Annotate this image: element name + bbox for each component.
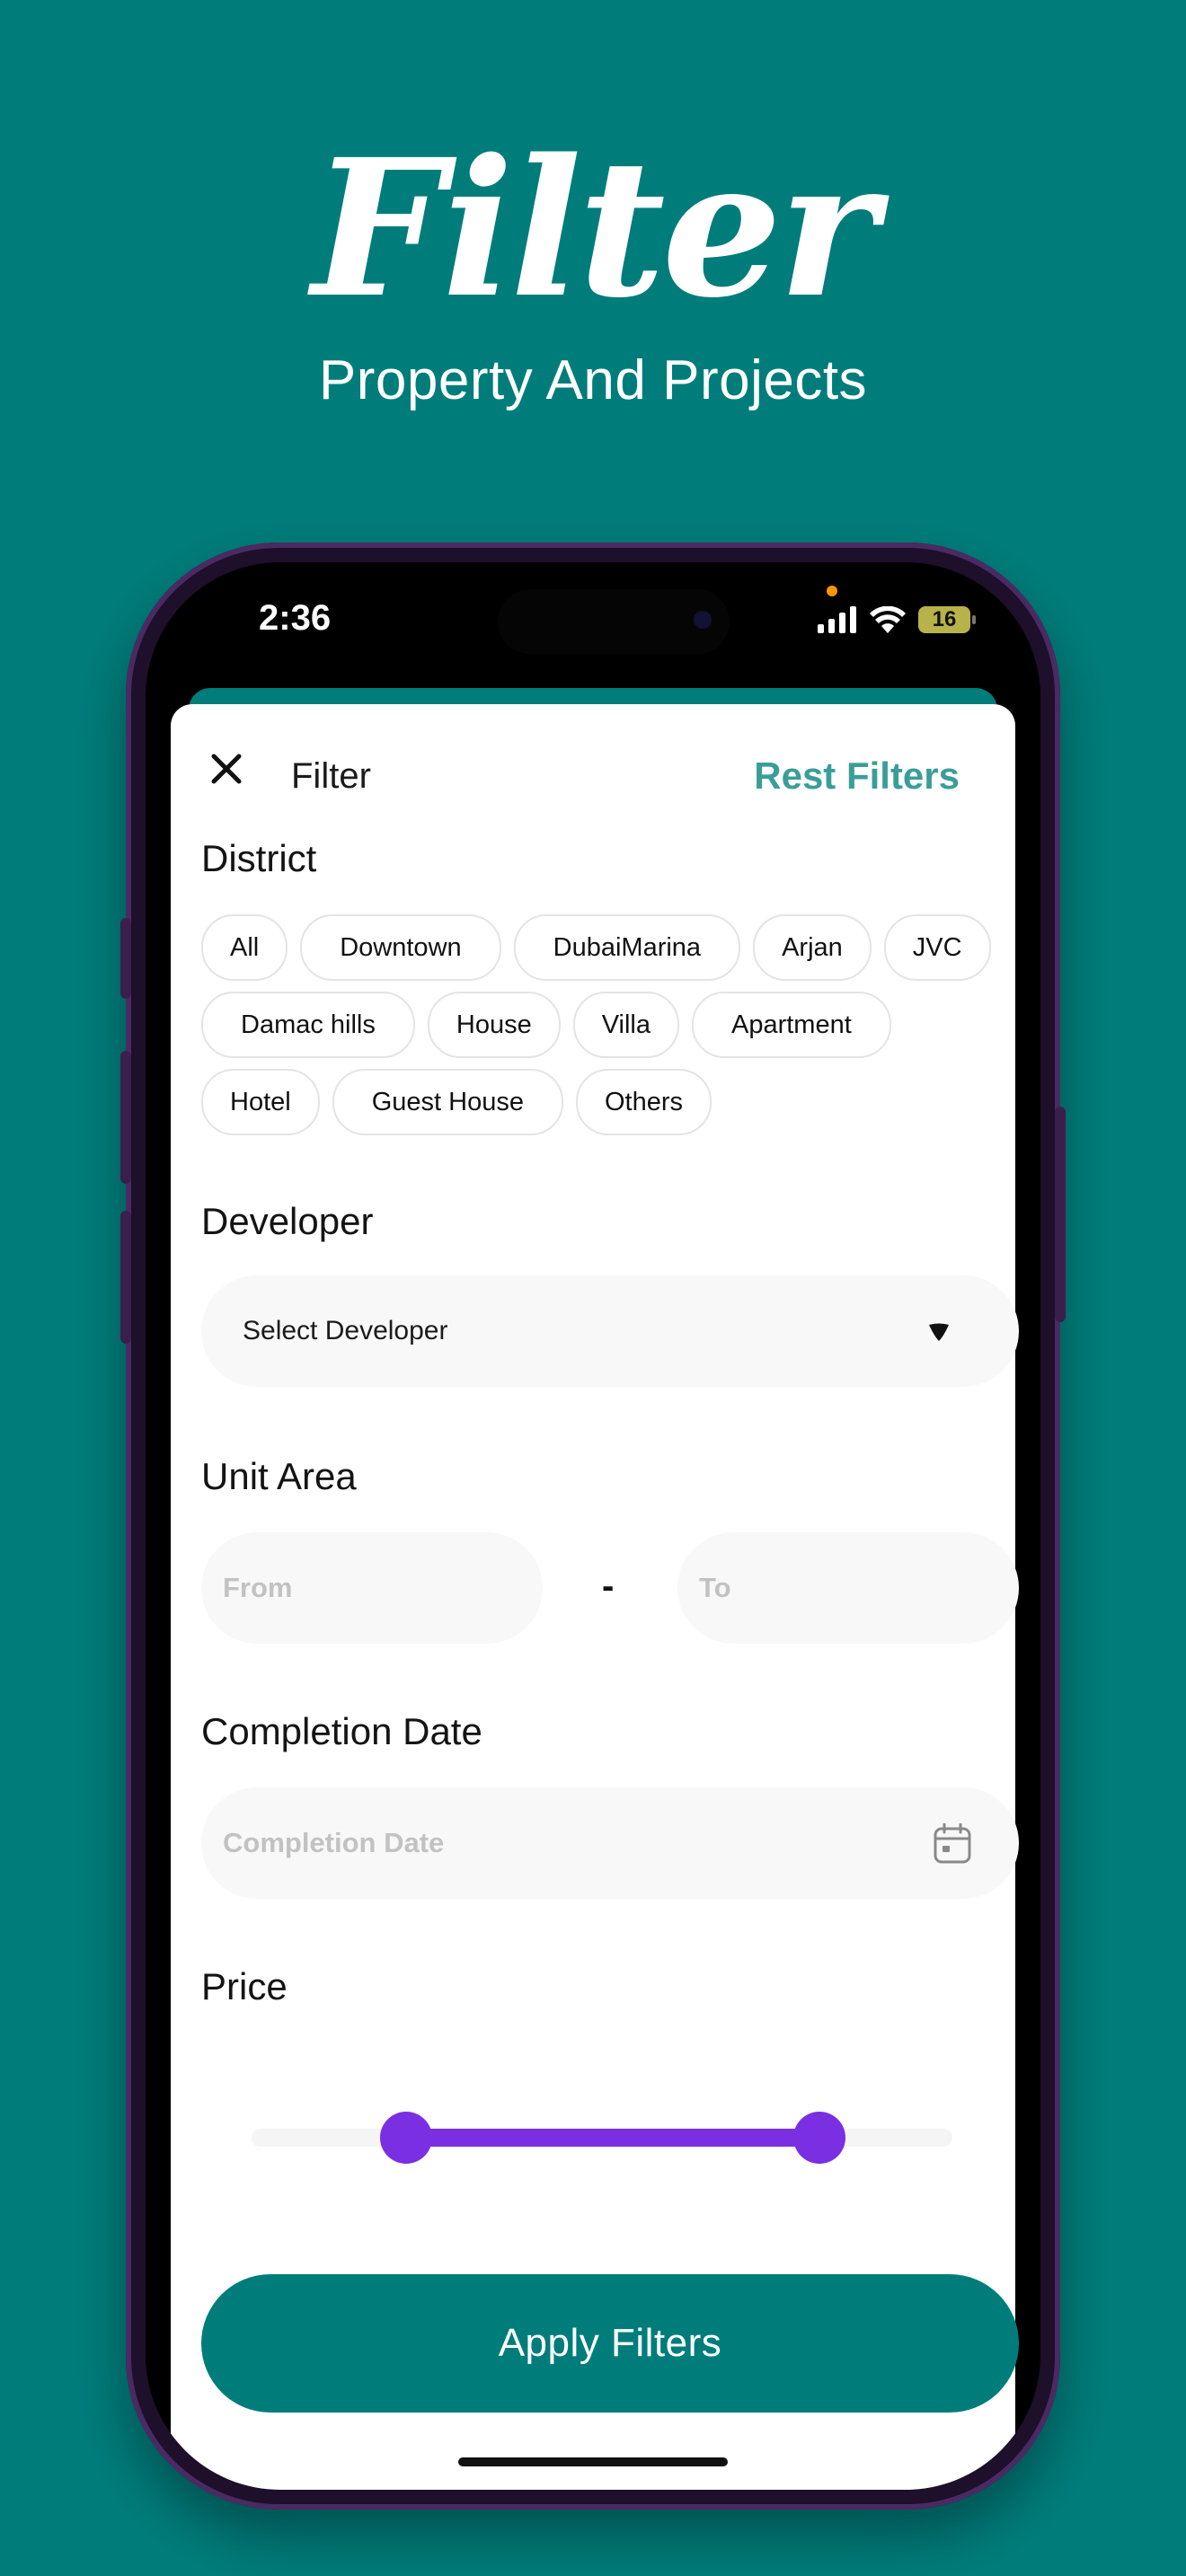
filter-title: Filter [291, 756, 371, 796]
price-slider-track[interactable] [252, 2112, 952, 2164]
battery-icon: 16 [918, 606, 976, 633]
completion-date-input[interactable] [201, 1826, 907, 1860]
unit-area-to-input[interactable] [677, 1571, 1019, 1605]
chip-hotel[interactable]: Hotel [201, 1069, 320, 1135]
hero-title: Filter [312, 118, 878, 340]
filter-sheet: Filter Rest Filters District All Downtow… [171, 704, 1019, 2490]
chip-apartment[interactable]: Apartment [691, 992, 891, 1058]
district-title: District [201, 837, 317, 879]
volume-up-button [120, 1051, 131, 1184]
phone-frame: 2:36 16 Filter Rest Filters District All… [120, 543, 1066, 2510]
developer-select-label: Select Developer [243, 1316, 448, 1345]
camera-icon [694, 611, 712, 629]
completion-date-field[interactable] [201, 1787, 1019, 1899]
district-row-1: All Downtown DubaiMarina Arjan JVC [201, 914, 991, 981]
privacy-indicator [827, 586, 837, 596]
chip-arjan[interactable]: Arjan [753, 914, 872, 981]
chip-downtown[interactable]: Downtown [300, 914, 501, 981]
chip-others[interactable]: Others [575, 1069, 712, 1135]
signal-icon [818, 606, 856, 633]
price-slider-min-thumb[interactable] [379, 2112, 432, 2164]
unit-area-row: - [171, 1532, 1019, 1644]
status-icons: 16 [818, 602, 976, 638]
price-slider-max-thumb[interactable] [792, 2112, 845, 2164]
calendar-icon[interactable] [933, 1823, 972, 1865]
chip-villa[interactable]: Villa [572, 992, 679, 1058]
home-indicator [458, 2457, 728, 2466]
status-time: 2:36 [259, 598, 332, 638]
battery-level: 16 [932, 607, 957, 631]
dynamic-island [498, 589, 730, 654]
chip-house[interactable]: House [427, 992, 561, 1058]
apply-filters-button[interactable]: Apply Filters [201, 2274, 1019, 2413]
reset-filters-button[interactable]: Rest Filters [754, 754, 960, 798]
district-row-3: Hotel Guest House Others [201, 1069, 712, 1135]
price-title: Price [201, 1965, 288, 2007]
chip-guest-house[interactable]: Guest House [332, 1069, 563, 1135]
completion-date-title: Completion Date [201, 1710, 482, 1752]
developer-select[interactable]: Select Developer [201, 1275, 1019, 1387]
power-button [1055, 1107, 1066, 1322]
battery-cap [972, 615, 976, 624]
developer-title: Developer [201, 1200, 374, 1242]
price-slider-range [405, 2129, 819, 2147]
district-row-2: Damac hills House Villa Apartment [201, 992, 891, 1058]
dropdown-caret-icon [929, 1323, 949, 1341]
unit-area-from-field[interactable] [201, 1532, 543, 1644]
unit-area-title: Unit Area [201, 1455, 357, 1497]
chip-jvc[interactable]: JVC [883, 914, 991, 981]
unit-area-separator: - [602, 1566, 615, 1606]
wifi-icon [870, 606, 906, 633]
volume-down-button [120, 1211, 131, 1344]
chip-dubaimarina[interactable]: DubaiMarina [513, 914, 741, 981]
phone-screen: 2:36 16 Filter Rest Filters District All… [146, 562, 1040, 2490]
chip-damac-hills[interactable]: Damac hills [201, 992, 415, 1058]
silent-switch [120, 918, 131, 999]
unit-area-from-input[interactable] [201, 1571, 543, 1605]
chip-all[interactable]: All [201, 914, 288, 981]
unit-area-to-field[interactable] [677, 1532, 1019, 1644]
hero-subtitle: Property And Projects [318, 349, 868, 411]
close-icon[interactable] [205, 747, 248, 790]
